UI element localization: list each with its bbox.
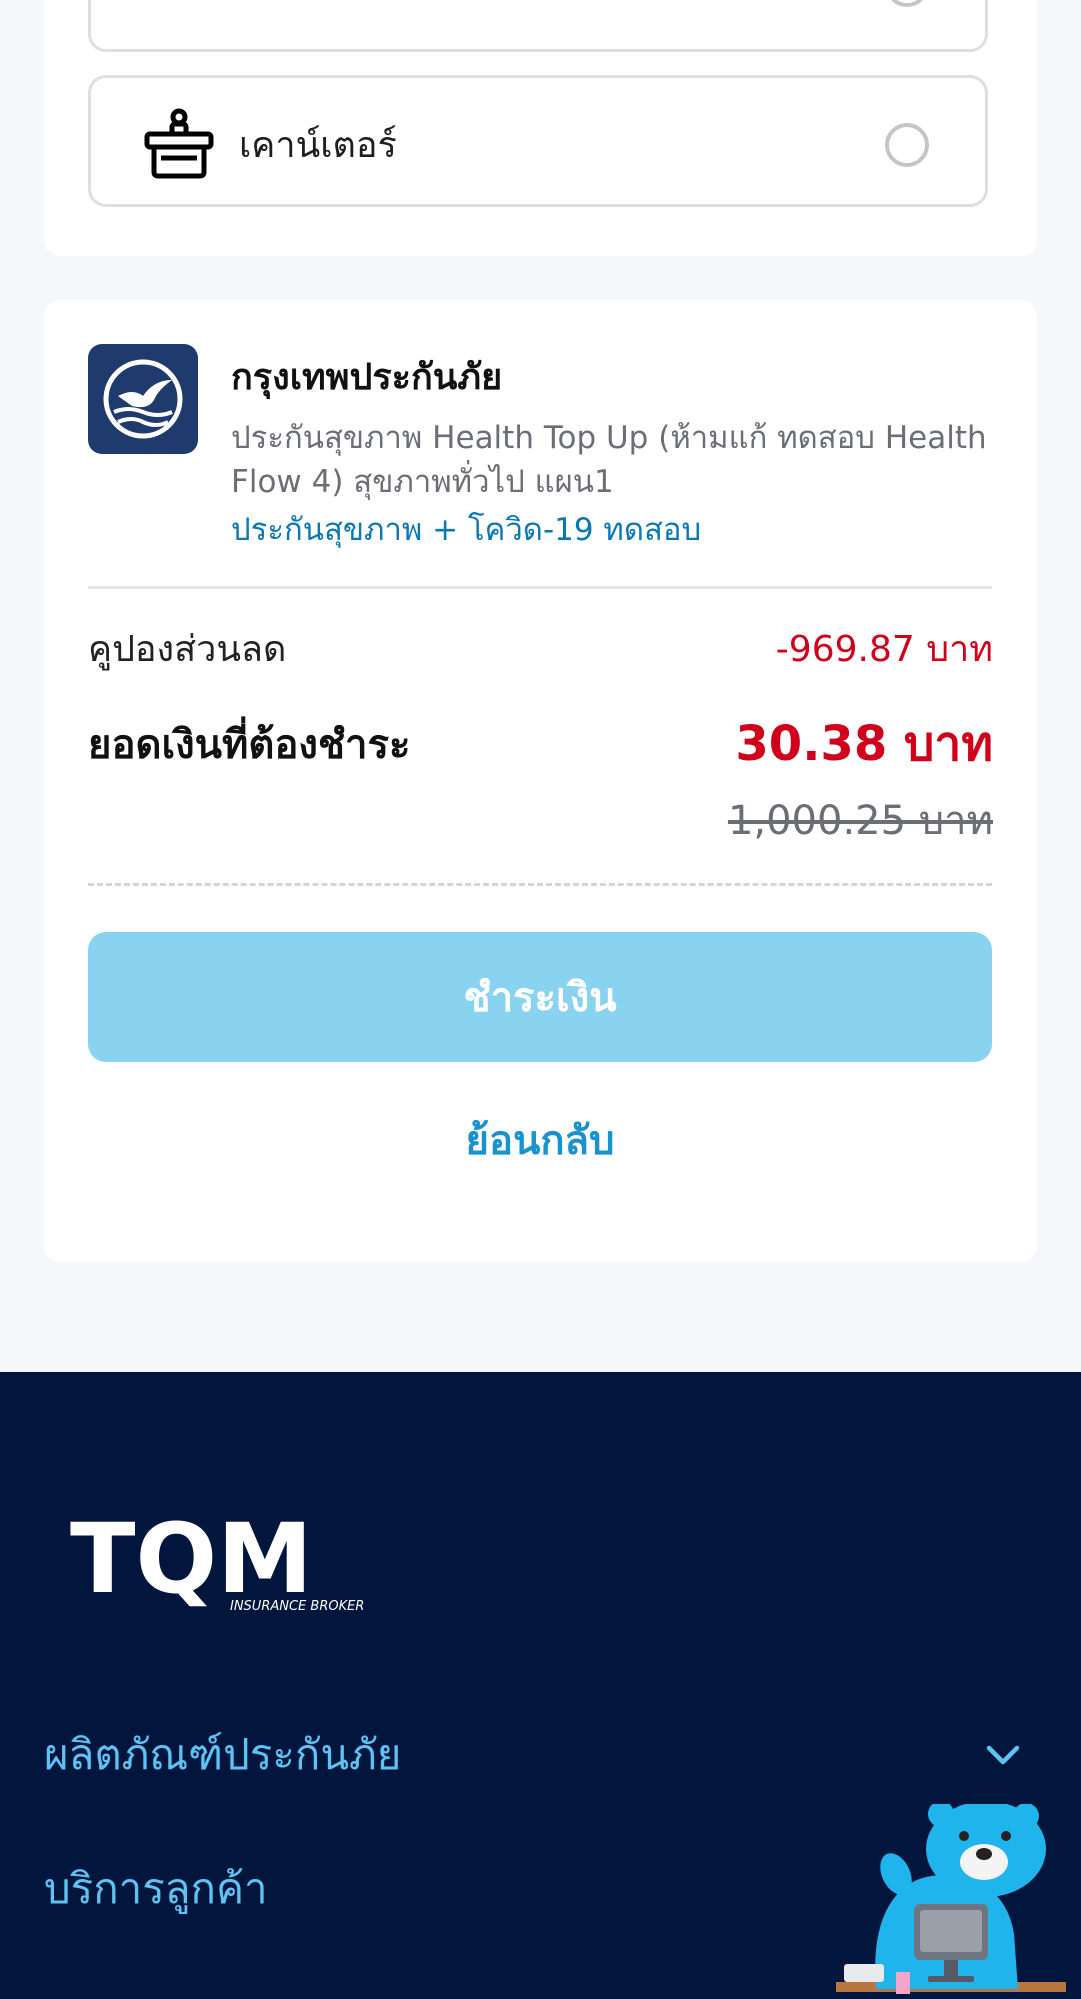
payment-option-qr[interactable] — [88, 0, 988, 52]
insurer-logo — [88, 344, 198, 454]
divider — [88, 586, 992, 589]
tqm-logo: TQM INSURANCE BROKER — [70, 1508, 364, 1615]
back-link[interactable]: ย้อนกลับ — [88, 1108, 992, 1172]
bear-mascot-icon[interactable] — [836, 1804, 1066, 1999]
brand-subtitle: INSURANCE BROKER — [230, 1599, 364, 1614]
order-summary-card: กรุงเทพประกันภัย ประกันสุขภาพ Health Top… — [44, 300, 1037, 1262]
counter-icon — [144, 108, 214, 179]
coupon-label: คูปองส่วนลด — [88, 629, 287, 670]
pay-button[interactable]: ชำระเงิน — [88, 932, 992, 1062]
footer-menu-customer-service[interactable]: บริการลูกค้า — [44, 1856, 268, 1922]
payment-option-radio[interactable] — [885, 0, 929, 7]
chevron-down-icon[interactable] — [986, 1744, 1020, 1766]
total-label: ยอดเงินที่ต้องชำระ — [88, 722, 411, 768]
insurer-name: กรุงเทพประกันภัย — [231, 357, 503, 398]
footer: TQM INSURANCE BROKER ผลิตภัณฑ์ประกันภัย … — [0, 1372, 1081, 1999]
payment-option-counter[interactable]: เคาน์เตอร์ — [88, 75, 988, 207]
coupon-value: -969.87 บาท — [775, 629, 993, 670]
plan-name: ประกันสุขภาพ Health Top Up (ห้ามแก้ ทดสอ… — [231, 420, 987, 500]
total-value: 30.38 บาท — [735, 716, 993, 772]
dashed-divider — [88, 883, 992, 886]
footer-menu-products[interactable]: ผลิตภัณฑ์ประกันภัย — [44, 1722, 401, 1788]
dove-icon — [103, 359, 183, 439]
payment-method-card: เคาน์เตอร์ — [44, 0, 1037, 256]
payment-option-counter-label: เคาน์เตอร์ — [239, 125, 397, 166]
original-price: 1,000.25 บาท — [727, 798, 993, 844]
payment-option-radio[interactable] — [885, 123, 929, 167]
plan-tag: ประกันสุขภาพ + โควิด-19 ทดสอบ — [231, 512, 702, 548]
